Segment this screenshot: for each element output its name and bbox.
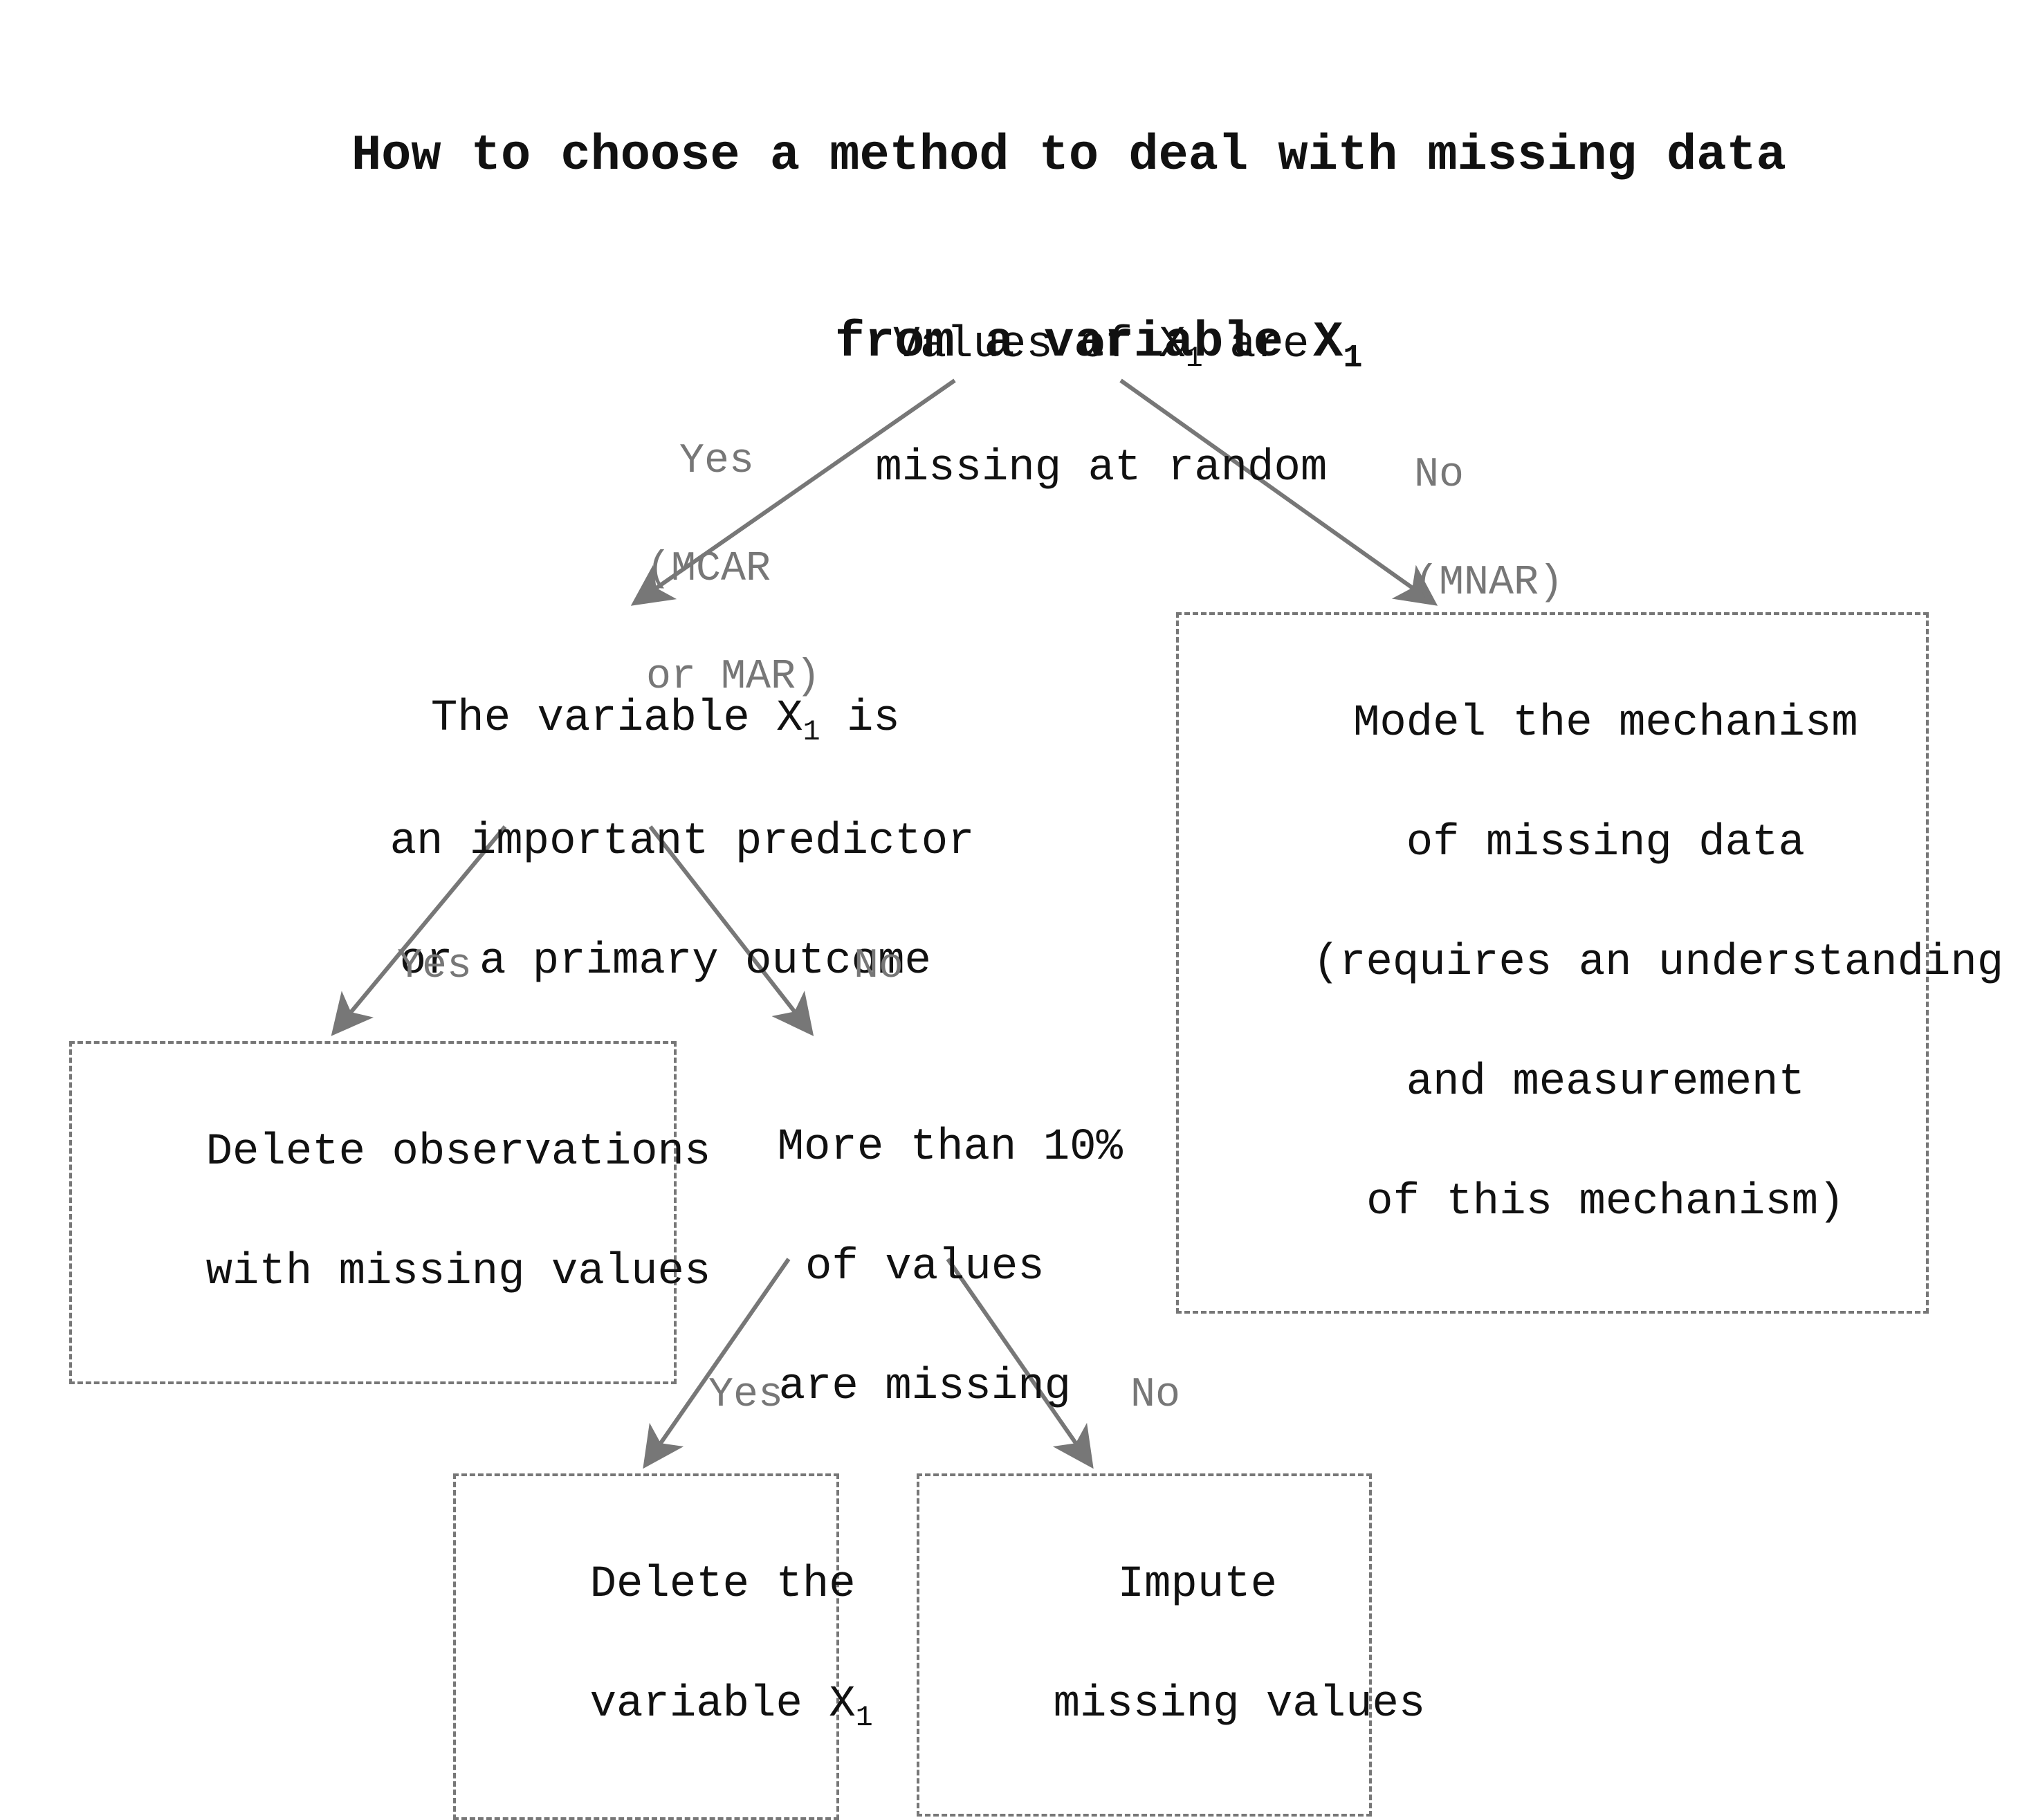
- edge-more10-yes: Yes: [609, 1314, 719, 1476]
- leaf-model-mechanism: Model the mechanism of missing data (req…: [1176, 612, 1929, 1314]
- edge-important-yes: Yes: [297, 885, 408, 1047]
- node-root: Values of X1 are missing at random: [754, 256, 1342, 558]
- edge-important-no: No: [754, 885, 851, 1047]
- leaf-delete-variable: Delete the variable X1: [453, 1473, 839, 1820]
- flowchart-canvas: How to choose a method to deal with miss…: [0, 0, 2018, 1765]
- edge-more10-no: No: [1031, 1314, 1128, 1476]
- leaf-delete-observations: Delete observations with missing values: [69, 1041, 677, 1384]
- title-line-1: How to choose a method to deal with miss…: [351, 127, 1786, 184]
